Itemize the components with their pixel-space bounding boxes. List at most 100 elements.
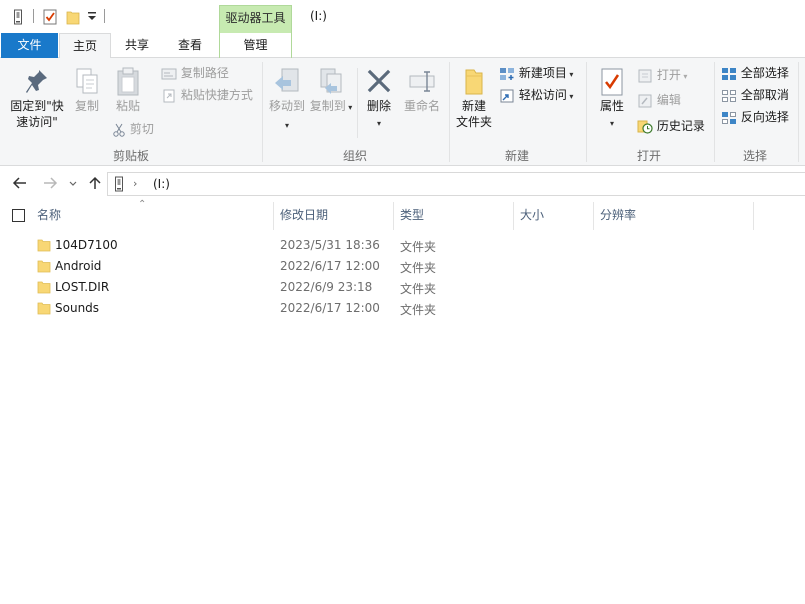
- file-type: 文件夹: [400, 240, 437, 254]
- file-row[interactable]: 104D7100 2023/5/31 18:36 文件夹: [30, 235, 805, 256]
- paste-shortcut-icon: [163, 89, 175, 102]
- history-button[interactable]: 历史记录: [637, 118, 705, 134]
- paste-label: 粘贴: [115, 99, 140, 113]
- invert-selection-label: 反向选择: [740, 110, 789, 124]
- file-date-modified: 2023/5/31 18:36: [280, 238, 380, 252]
- copy-path-button[interactable]: 复制路径: [161, 65, 229, 81]
- breadcrumb-current[interactable]: (I:): [153, 177, 170, 191]
- folder-icon: [37, 259, 51, 276]
- drive-icon: [114, 176, 124, 195]
- rename-button[interactable]: 重命名: [400, 66, 444, 114]
- new-item-button[interactable]: 新建项目 ▾: [499, 65, 573, 83]
- cut-label: 剪切: [129, 122, 154, 136]
- folder-icon: [37, 301, 51, 318]
- file-row[interactable]: Android 2022/6/17 12:00 文件夹: [30, 256, 805, 277]
- column-resolution[interactable]: 分辨率: [594, 202, 753, 230]
- tab-view[interactable]: 查看: [165, 33, 215, 58]
- dropdown-caret-icon: ▾: [345, 103, 353, 112]
- column-date-modified[interactable]: 修改日期: [274, 202, 393, 230]
- address-bar[interactable]: › (I:): [107, 172, 805, 196]
- folder-icon: [37, 280, 51, 297]
- select-none-label: 全部取消: [740, 88, 789, 102]
- tab-file[interactable]: 文件: [1, 33, 58, 58]
- history-label: 历史记录: [656, 119, 705, 133]
- copy-button[interactable]: 复制: [70, 66, 104, 114]
- properties-check-icon[interactable]: [43, 9, 57, 28]
- file-date-modified: 2022/6/17 12:00: [280, 259, 380, 273]
- select-all-icon: [722, 67, 736, 80]
- new-folder-button[interactable]: 新建 文件夹: [452, 66, 496, 130]
- easy-access-icon: [500, 89, 514, 102]
- copy-path-label: 复制路径: [180, 66, 229, 80]
- paste-button[interactable]: 粘贴: [110, 66, 146, 114]
- select-none-icon: [722, 89, 736, 102]
- cut-button[interactable]: 剪切: [112, 121, 154, 137]
- clipboard-group-label: 剪贴板: [112, 149, 149, 163]
- back-arrow-icon[interactable]: [12, 176, 28, 193]
- drive-icon[interactable]: [13, 9, 23, 28]
- new-folder-label-line1: 新建: [461, 99, 486, 113]
- paste-shortcut-button[interactable]: 粘贴快捷方式: [161, 87, 253, 103]
- dropdown-caret-icon: ▾: [566, 70, 574, 79]
- properties-button[interactable]: 属性 ▾: [592, 66, 632, 132]
- edit-icon: [638, 94, 652, 107]
- delete-button[interactable]: 删除 ▾: [361, 66, 397, 132]
- move-to-button[interactable]: 移动到 ▾: [266, 66, 308, 134]
- invert-selection-button[interactable]: 反向选择: [721, 109, 789, 125]
- dropdown-caret-icon: ▾: [376, 119, 381, 128]
- column-size[interactable]: 大小: [514, 202, 593, 230]
- ribbon-tab-strip: 文件 主页 共享 查看 管理: [0, 33, 805, 59]
- copy-to-icon: [320, 68, 342, 94]
- column-divider[interactable]: [753, 202, 754, 230]
- recent-locations-chevron-icon[interactable]: [68, 178, 78, 192]
- delete-label: 删除: [366, 99, 391, 113]
- open-group-label: 打开: [636, 149, 661, 163]
- tab-share[interactable]: 共享: [113, 33, 161, 58]
- forward-arrow-icon[interactable]: [42, 176, 58, 193]
- copy-label: 复制: [74, 99, 99, 113]
- dropdown-caret-icon: ▾: [284, 121, 289, 130]
- new-folder-icon[interactable]: [66, 9, 80, 28]
- select-all-button[interactable]: 全部选择: [721, 65, 789, 81]
- properties-label: 属性: [599, 99, 624, 113]
- paste-icon: [117, 67, 139, 96]
- tab-home[interactable]: 主页: [59, 33, 111, 59]
- file-date-modified: 2022/6/17 12:00: [280, 301, 380, 315]
- pin-to-quick-access-button[interactable]: 固定到"快 速访问": [4, 66, 70, 130]
- column-name[interactable]: 名称: [31, 202, 273, 230]
- copy-path-icon: [161, 68, 177, 79]
- open-button[interactable]: 打开 ▾: [637, 67, 687, 85]
- folder-icon: [37, 238, 51, 255]
- organize-group-label: 组织: [342, 149, 367, 163]
- move-to-label: 移动到: [268, 99, 305, 113]
- move-to-icon: [275, 68, 299, 92]
- edit-button[interactable]: 编辑: [637, 92, 681, 108]
- file-name: Sounds: [55, 301, 100, 315]
- select-none-button[interactable]: 全部取消: [721, 87, 789, 103]
- copy-to-button[interactable]: 复制到 ▾: [309, 66, 353, 116]
- qat-customize-icon[interactable]: [87, 9, 97, 26]
- copy-to-label: 复制到: [309, 99, 346, 113]
- window-title: (I:): [310, 9, 327, 23]
- up-arrow-icon[interactable]: [87, 176, 103, 193]
- tab-manage[interactable]: 管理: [219, 33, 292, 58]
- scissors-icon: [113, 123, 125, 137]
- ribbon: 固定到"快 速访问" 复制 粘贴 复制路径 粘贴快捷方式 剪切 剪贴板 移动到 …: [0, 58, 805, 166]
- file-type: 文件夹: [400, 261, 437, 275]
- paste-shortcut-label: 粘贴快捷方式: [180, 88, 253, 102]
- group-divider: [714, 62, 715, 162]
- easy-access-button[interactable]: 轻松访问 ▾: [499, 87, 573, 105]
- select-all-checkbox[interactable]: [12, 209, 25, 222]
- button-divider: [357, 68, 358, 138]
- file-row[interactable]: Sounds 2022/6/17 12:00 文件夹: [30, 298, 805, 319]
- delete-x-icon: [367, 69, 391, 93]
- group-divider: [262, 62, 263, 162]
- file-row[interactable]: LOST.DIR 2022/6/9 23:18 文件夹: [30, 277, 805, 298]
- open-icon: [638, 69, 652, 82]
- file-type: 文件夹: [400, 303, 437, 317]
- column-type[interactable]: 类型: [394, 202, 513, 230]
- select-all-label: 全部选择: [740, 66, 789, 80]
- pin-icon: [26, 70, 47, 93]
- rename-label: 重命名: [403, 99, 440, 113]
- breadcrumb-chevron-icon[interactable]: ›: [133, 177, 137, 190]
